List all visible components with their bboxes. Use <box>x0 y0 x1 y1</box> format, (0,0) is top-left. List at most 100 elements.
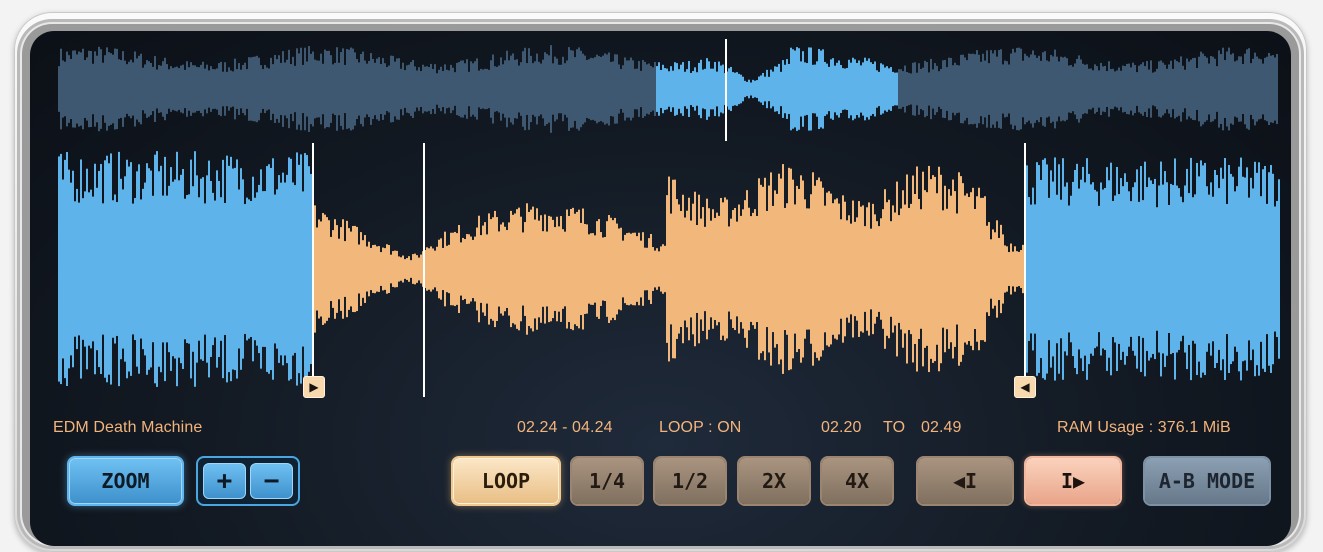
wave-bar <box>846 67 848 111</box>
loop-quad-button[interactable]: 4X <box>820 456 894 506</box>
wave-bar <box>626 233 628 305</box>
wave-bar <box>1010 53 1012 125</box>
wave-bar <box>512 53 514 125</box>
wave-bar <box>1198 176 1200 362</box>
wave-bar <box>934 63 936 115</box>
wave-bar <box>874 214 876 324</box>
wave-bar <box>594 57 596 121</box>
zoom-out-button[interactable]: − <box>250 463 293 499</box>
wave-bar <box>1138 65 1140 113</box>
overview-waveform <box>58 45 1278 133</box>
wave-bar <box>292 182 294 356</box>
wave-bar <box>582 208 584 330</box>
wave-bar <box>396 58 398 120</box>
wave-bar <box>646 247 648 291</box>
wave-bar <box>1110 162 1112 376</box>
wave-bar <box>162 195 164 343</box>
loop-half-button[interactable]: 1/2 <box>653 456 727 506</box>
wave-bar <box>1130 201 1132 337</box>
wave-bar <box>728 68 730 110</box>
wave-bar <box>204 203 206 335</box>
wave-bar <box>116 48 118 130</box>
wave-bar <box>96 55 98 123</box>
wave-bar <box>72 170 74 368</box>
wave-bar <box>652 247 654 291</box>
wave-bar <box>150 170 152 368</box>
loop-start-marker[interactable]: ▶ <box>303 376 325 398</box>
wave-bar <box>506 230 508 308</box>
wave-bar <box>892 71 894 107</box>
wave-bar <box>86 57 88 121</box>
wave-bar <box>730 66 732 112</box>
wave-bar <box>64 61 66 117</box>
wave-bar <box>732 210 734 328</box>
wave-bar <box>1018 251 1020 287</box>
wave-bar <box>704 68 706 110</box>
wave-bar <box>644 61 646 117</box>
wave-bar <box>926 62 928 116</box>
wave-bar <box>788 63 790 115</box>
wave-bar <box>1070 195 1072 343</box>
wave-bar <box>658 62 660 116</box>
wave-bar <box>612 61 614 117</box>
loop-button[interactable]: LOOP <box>451 456 561 506</box>
wave-bar <box>108 163 110 375</box>
next-button[interactable]: I▶ <box>1024 456 1122 506</box>
wave-bar <box>664 68 666 110</box>
wave-bar <box>578 47 580 131</box>
wave-bar <box>1246 49 1248 129</box>
wave-bar <box>480 235 482 303</box>
ab-mode-button[interactable]: A-B MODE <box>1143 456 1271 506</box>
zoom-button[interactable]: ZOOM <box>67 456 184 506</box>
wave-bar <box>372 58 374 120</box>
wave-bar <box>104 160 106 378</box>
wave-bar <box>304 47 306 131</box>
wave-bar <box>804 199 806 339</box>
wave-bar <box>1200 160 1202 378</box>
wave-bar <box>838 203 840 335</box>
wave-bar <box>62 60 64 118</box>
wave-bar <box>608 52 610 126</box>
wave-bar <box>652 67 654 111</box>
loop-end-marker[interactable]: ◀ <box>1014 376 1036 398</box>
wave-bar <box>214 69 216 109</box>
wave-bar <box>1030 204 1032 334</box>
previous-button[interactable]: ◀I <box>916 456 1014 506</box>
wave-bar <box>526 203 528 335</box>
wave-bar <box>1214 169 1216 369</box>
wave-bar <box>950 57 952 121</box>
wave-bar <box>66 152 68 386</box>
wave-bar <box>1266 203 1268 335</box>
zoom-in-button[interactable]: + <box>203 463 246 499</box>
wave-bar <box>1036 57 1038 121</box>
wave-bar <box>704 226 706 312</box>
wave-bar <box>800 61 802 117</box>
wave-bar <box>620 227 622 311</box>
wave-bar <box>938 71 940 107</box>
wave-bar <box>672 179 674 359</box>
loop-double-button[interactable]: 2X <box>737 456 811 506</box>
wave-bar <box>856 217 858 321</box>
wave-bar <box>586 224 588 314</box>
wave-bar <box>104 55 106 123</box>
loop-quarter-button[interactable]: 1/4 <box>570 456 644 506</box>
wave-bar <box>1078 55 1080 123</box>
wave-bar <box>404 70 406 108</box>
wave-bar <box>134 51 136 127</box>
wave-bar <box>256 55 258 123</box>
wave-bar <box>284 62 286 116</box>
wave-bar <box>258 57 260 121</box>
wave-bar <box>980 61 982 117</box>
wave-bar <box>958 65 960 113</box>
wave-bar <box>346 220 348 318</box>
wave-bar <box>1036 162 1038 376</box>
wave-bar <box>714 61 716 117</box>
wave-bar <box>602 55 604 123</box>
wave-bar <box>1210 182 1212 356</box>
wave-bar <box>502 64 504 114</box>
wave-bar <box>712 209 714 329</box>
wave-bar <box>1040 60 1042 118</box>
wave-bar <box>100 49 102 129</box>
wave-bar <box>774 190 776 348</box>
wave-bar <box>260 65 262 113</box>
